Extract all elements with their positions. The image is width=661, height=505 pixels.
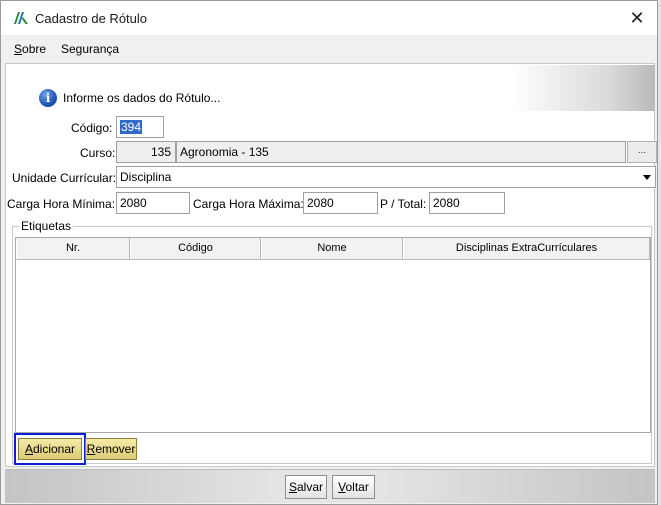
ch-max-label: Carga Hora Máxima:: [193, 197, 304, 211]
codigo-value: 394: [120, 120, 143, 134]
footer-bar: Salvar Voltar: [5, 469, 655, 503]
title-bar: Cadastro de Rótulo ✕: [1, 1, 657, 35]
column-header-codigo[interactable]: Código: [130, 238, 261, 260]
codigo-label: Código:: [71, 121, 113, 135]
p-total-input[interactable]: 2080: [429, 192, 505, 214]
curso-code-input[interactable]: 135: [116, 141, 176, 163]
app-logo-icon: [14, 12, 28, 24]
ch-min-input[interactable]: 2080: [116, 192, 190, 214]
curso-label: Curso:: [80, 146, 116, 160]
close-icon: ✕: [629, 7, 645, 28]
unidade-select[interactable]: Disciplina: [116, 166, 656, 188]
curso-name-input[interactable]: Agronomia - 135: [176, 141, 626, 163]
header-info-text: Informe os dados do Rótulo...: [63, 91, 221, 105]
curso-lookup-button[interactable]: ...: [627, 141, 657, 163]
column-header-nr[interactable]: Nr.: [16, 238, 130, 260]
ch-min-label: Carga Hora Mínima:: [7, 197, 116, 211]
chevron-down-icon: [643, 175, 651, 180]
close-button[interactable]: ✕: [623, 5, 651, 31]
dialog-window: Cadastro de Rótulo ✕ Sobre Segurança i I…: [0, 0, 658, 505]
column-header-nome[interactable]: Nome: [261, 238, 403, 260]
menu-bar: Sobre Segurança: [1, 37, 657, 61]
window-title: Cadastro de Rótulo: [35, 11, 148, 26]
unidade-label: Unidade Currícular:: [12, 171, 117, 185]
header-band: i Informe os dados do Rótulo...: [7, 65, 655, 111]
column-header-disciplinas[interactable]: Disciplinas ExtraCurrículares: [403, 238, 650, 260]
p-total-label: P / Total:: [380, 197, 427, 211]
salvar-button[interactable]: Salvar: [285, 475, 327, 499]
ch-max-input[interactable]: 2080: [303, 192, 378, 214]
content-panel: i Informe os dados do Rótulo... Código: …: [5, 63, 657, 467]
unidade-value: Disciplina: [120, 170, 172, 184]
voltar-button[interactable]: Voltar: [332, 475, 375, 499]
etiquetas-title: Etiquetas: [19, 219, 74, 233]
etiquetas-table[interactable]: Nr. Código Nome Disciplinas ExtraCurrícu…: [15, 237, 651, 433]
menu-sobre[interactable]: Sobre: [14, 42, 46, 56]
etiquetas-group: Etiquetas Nr. Código Nome Disciplinas Ex…: [12, 219, 652, 465]
adicionar-button[interactable]: Adicionar: [18, 438, 82, 460]
remover-button[interactable]: Remover: [85, 438, 137, 460]
menu-seguranca[interactable]: Segurança: [61, 42, 119, 56]
codigo-input[interactable]: 394: [116, 116, 164, 138]
info-icon: i: [39, 89, 57, 107]
